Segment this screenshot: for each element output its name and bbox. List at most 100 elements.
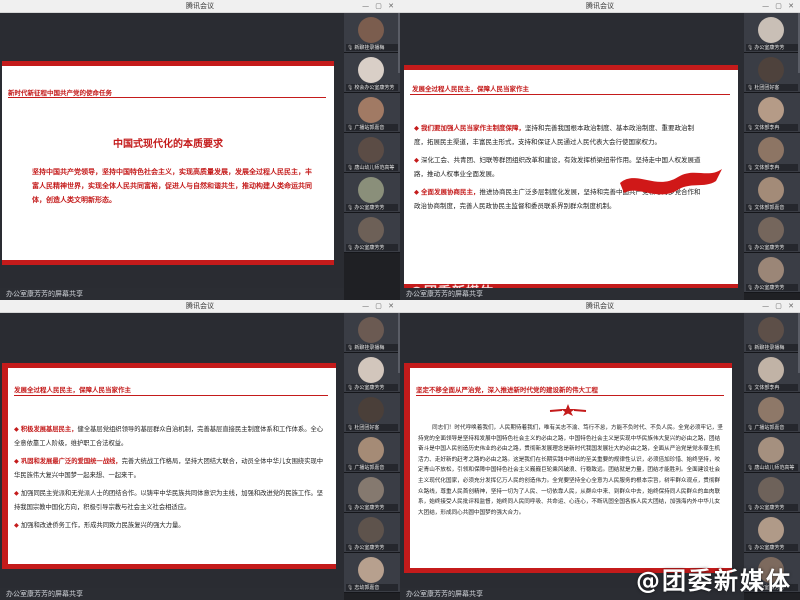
participant-name-text: 办公室康芳芳 [354,505,385,511]
participant-tile[interactable]: 🎙文体部李冉 [744,353,800,393]
mic-icon[interactable]: 🎙 [747,205,753,211]
participant-tile[interactable]: 🎙志幼郭嘉音 [344,553,400,593]
bullet-diamond-icon: ◆ [14,458,19,465]
participant-tile[interactable]: 🎙杜团团好客 [744,53,800,93]
participant-list[interactable]: 🎙新聊挂录播梅 🎙校会办公室康芳芳 🎙广播站郭嘉音 🎙唐山幼儿师范高等 🎙办公室康芳芳 🎙… [344,13,400,300]
mic-icon[interactable]: 🎙 [747,545,753,551]
mic-icon[interactable]: 🎙 [347,385,353,391]
participant-name: 🎙文体部郭嘉音 [746,204,798,211]
mic-icon[interactable]: 🎙 [747,385,753,391]
participant-name-text: 杜团团好客 [754,85,780,91]
participant-tile[interactable]: 🎙办公室康芳芳 [344,473,400,513]
participant-tile[interactable]: 🎙办公室康芳芳 [744,213,800,253]
participant-tile[interactable]: 🎙办公室康芳芳 [744,513,800,553]
participant-name: 🎙办公室康芳芳 [346,204,398,211]
window-controls[interactable]: — ▢ ✕ [362,302,396,310]
mic-icon[interactable]: 🎙 [347,585,353,591]
mic-icon[interactable]: 🎙 [747,45,753,51]
bullet-lead-text: 巩固和发展最广泛的爱国统一战线， [20,458,122,465]
mic-icon[interactable]: 🎙 [747,125,753,131]
slide-center-title: 中国式现代化的本质要求 [113,139,223,150]
participant-name-text: 办公室康芳芳 [754,245,785,251]
participant-name: 🎙新聊挂录播梅 [346,44,398,51]
mic-icon[interactable]: 🎙 [747,245,753,251]
mic-icon[interactable]: 🎙 [347,345,353,351]
mic-icon[interactable]: 🎙 [747,345,753,351]
screen-share-area: 新时代新征程中国共产党的使命任务 中国式现代化的本质要求 坚持中国共产党领导，坚… [0,13,344,288]
participant-name: 🎙办公室康芳芳 [346,544,398,551]
participant-name-text: 唐山幼儿师范高等 [354,165,395,171]
slide-heading: 新时代新征程中国共产党的使命任务 [8,89,112,97]
mic-icon[interactable]: 🎙 [747,285,753,291]
participant-tile[interactable]: 🎙唐山幼儿师范高等 [344,133,400,173]
window-controls[interactable]: — ▢ ✕ [762,2,796,10]
bullet-item: ◆ 我们要加强人民当家作主制度保障，坚持和完善我国根本政治制度、基本政治制度、重要… [414,121,704,149]
slide-top-bar [2,61,334,66]
slide-heading: 坚定不移全面从严治党，深入推进新时代党的建设新的伟大工程 [416,386,598,394]
participant-tile[interactable]: 🎙唐山幼儿师范高等 [744,433,800,473]
participant-list[interactable]: 🎙新聊挂录播梅 🎙办公室康芳芳 🎙杜团团好客 🎙广播站郭嘉音 🎙办公室康芳芳 🎙办公室康芳… [344,313,400,600]
mic-icon[interactable]: 🎙 [347,425,353,431]
participant-name: 🎙志幼郭嘉音 [346,584,398,591]
mic-icon[interactable]: 🎙 [747,505,753,511]
mic-icon[interactable]: 🎙 [347,45,353,51]
participant-tile[interactable]: 🎙办公室康芳芳 [344,513,400,553]
slide-body-text: 坚持中国共产党领导，坚持中国特色社会主义，实现高质量发展，发展全过程人民民主，丰… [32,168,312,204]
mic-icon[interactable]: 🎙 [347,505,353,511]
mic-icon[interactable]: 🎙 [347,465,353,471]
participant-name-text: 志幼郭嘉音 [354,585,380,591]
mic-icon[interactable]: 🎙 [347,165,353,171]
participant-tile[interactable]: 🎙办公室康芳芳 [744,473,800,513]
participant-name-text: 办公室康芳芳 [354,205,385,211]
participant-tile[interactable]: 🎙办公室康芳芳 [344,173,400,213]
participant-name-text: 广播站郭嘉音 [354,125,385,131]
participant-name: 🎙广播站郭嘉音 [746,424,798,431]
mic-icon[interactable]: 🎙 [747,425,753,431]
participant-tile[interactable]: 🎙杜团团好客 [344,393,400,433]
participant-video [758,397,784,423]
bullet-lead-text: 我们要加强人民当家作主制度保障， [421,124,525,132]
participant-tile[interactable]: 🎙办公室康芳芳 [344,213,400,253]
participant-video [758,137,784,163]
slide-bullet-list: ◆ 积极发展基层民主，健全基层党组织领导的基层群众自治机制，完善基层直接民主制度体… [14,423,324,537]
participant-tile[interactable]: 🎙办公室康芳芳 [744,253,800,293]
share-owner-label: 办公室康芳芳的屏幕共享 [6,590,83,598]
mic-icon[interactable]: 🎙 [347,245,353,251]
participant-video [358,217,384,243]
participant-name-text: 文体部李冉 [754,385,780,391]
star-emblem-icon [549,404,587,416]
participant-tile[interactable]: 🎙新聊挂录播梅 [744,313,800,353]
window-controls[interactable]: — ▢ ✕ [362,2,396,10]
bullet-item: ◆ 积极发展基层民主，健全基层党组织领导的基层群众自治机制，完善基层直接民主制度体… [14,423,324,451]
participant-tile[interactable]: 🎙文体部李冉 [744,93,800,133]
mic-icon[interactable]: 🎙 [347,125,353,131]
window-controls[interactable]: — ▢ ✕ [762,302,796,310]
mic-icon[interactable]: 🎙 [347,85,353,91]
mic-icon[interactable]: 🎙 [747,165,753,171]
participant-video [358,397,384,423]
participant-tile[interactable]: 🎙办公室康芳芳 [344,353,400,393]
participant-tile[interactable]: 🎙新聊挂录播梅 [344,313,400,353]
heading-divider [14,395,328,396]
participant-name: 🎙新聊挂录播梅 [746,344,798,351]
mic-icon[interactable]: 🎙 [347,545,353,551]
participant-tile[interactable]: 🎙新聊挂录播梅 [344,13,400,53]
participant-list[interactable]: 🎙新聊挂录播梅 🎙文体部李冉 🎙广播站郭嘉音 🎙唐山幼儿师范高等 🎙办公室康芳芳 🎙办公室… [744,313,800,600]
meeting-window-2: 腾讯会议 — ▢ ✕ 发展全过程人民民主，保障人民当家作主 ◆ 我们要加强人民当家… [400,0,800,300]
mic-icon[interactable]: 🎙 [747,465,753,471]
participant-tile[interactable]: 🎙广播站郭嘉音 [344,433,400,473]
slide-top-bar [8,363,336,368]
participant-tile[interactable]: 🎙校会办公室康芳芳 [344,53,400,93]
participant-tile[interactable]: 🎙广播站郭嘉音 [744,393,800,433]
participant-tile[interactable]: 🎙广播站郭嘉音 [344,93,400,133]
participant-name: 🎙校会办公室康芳芳 [346,84,398,91]
participant-tile[interactable]: 🎙文体部郭嘉音 [744,173,800,213]
participant-tile[interactable]: 🎙文体部李冉 [744,133,800,173]
mic-icon[interactable]: 🎙 [747,85,753,91]
bullet-diamond-icon: ◆ [414,124,419,132]
participant-video [758,317,784,343]
participant-list[interactable]: 🎙办公室康芳芳 🎙杜团团好客 🎙文体部李冉 🎙文体部李冉 🎙文体部郭嘉音 🎙办公室康芳芳 🎙… [744,13,800,300]
participant-name-text: 杜团团好客 [354,425,380,431]
mic-icon[interactable]: 🎙 [347,205,353,211]
participant-tile[interactable]: 🎙办公室康芳芳 [744,13,800,53]
